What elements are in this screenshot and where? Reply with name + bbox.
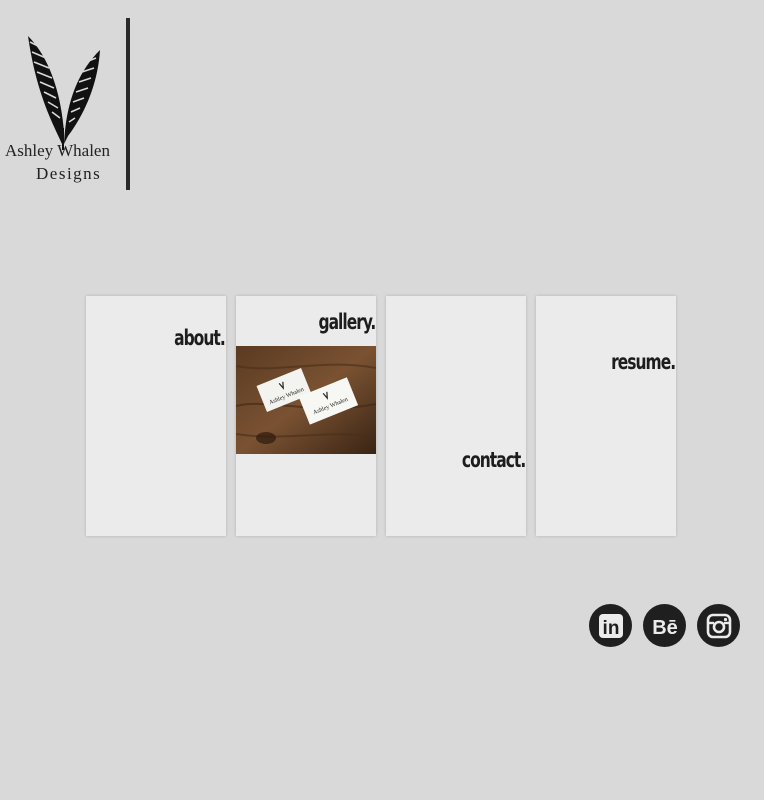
resume-card[interactable]: resume. bbox=[536, 296, 676, 536]
resume-link[interactable]: resume. bbox=[611, 350, 676, 374]
behance-button[interactable]: Bē bbox=[643, 604, 686, 647]
site-logo[interactable]: Ashley Whalen Designs bbox=[0, 18, 128, 190]
feather-icon bbox=[28, 36, 100, 150]
contact-link[interactable]: contact. bbox=[462, 448, 526, 472]
linkedin-button[interactable]: in bbox=[589, 604, 632, 647]
logo-divider bbox=[126, 18, 130, 190]
business-cards-photo: Ashley Whalen Ashley Whalen bbox=[236, 346, 376, 454]
linkedin-text: in bbox=[602, 618, 619, 639]
instagram-icon bbox=[706, 613, 731, 638]
instagram-button[interactable] bbox=[697, 604, 740, 647]
gallery-preview-image[interactable]: Ashley Whalen Ashley Whalen bbox=[236, 346, 376, 454]
logo-name: Ashley Whalen bbox=[5, 141, 110, 160]
behance-text: Bē bbox=[652, 617, 678, 639]
contact-card[interactable]: contact. bbox=[386, 296, 526, 536]
gallery-link[interactable]: gallery. bbox=[318, 310, 376, 334]
about-card[interactable]: about. bbox=[86, 296, 226, 536]
logo-subtitle: Designs bbox=[36, 164, 102, 183]
gallery-card[interactable]: gallery. Ashley Whalen Ashley Whalen bbox=[236, 296, 376, 536]
about-link[interactable]: about. bbox=[174, 326, 226, 350]
linkedin-icon: in bbox=[598, 613, 623, 639]
behance-icon: Bē bbox=[652, 617, 678, 639]
